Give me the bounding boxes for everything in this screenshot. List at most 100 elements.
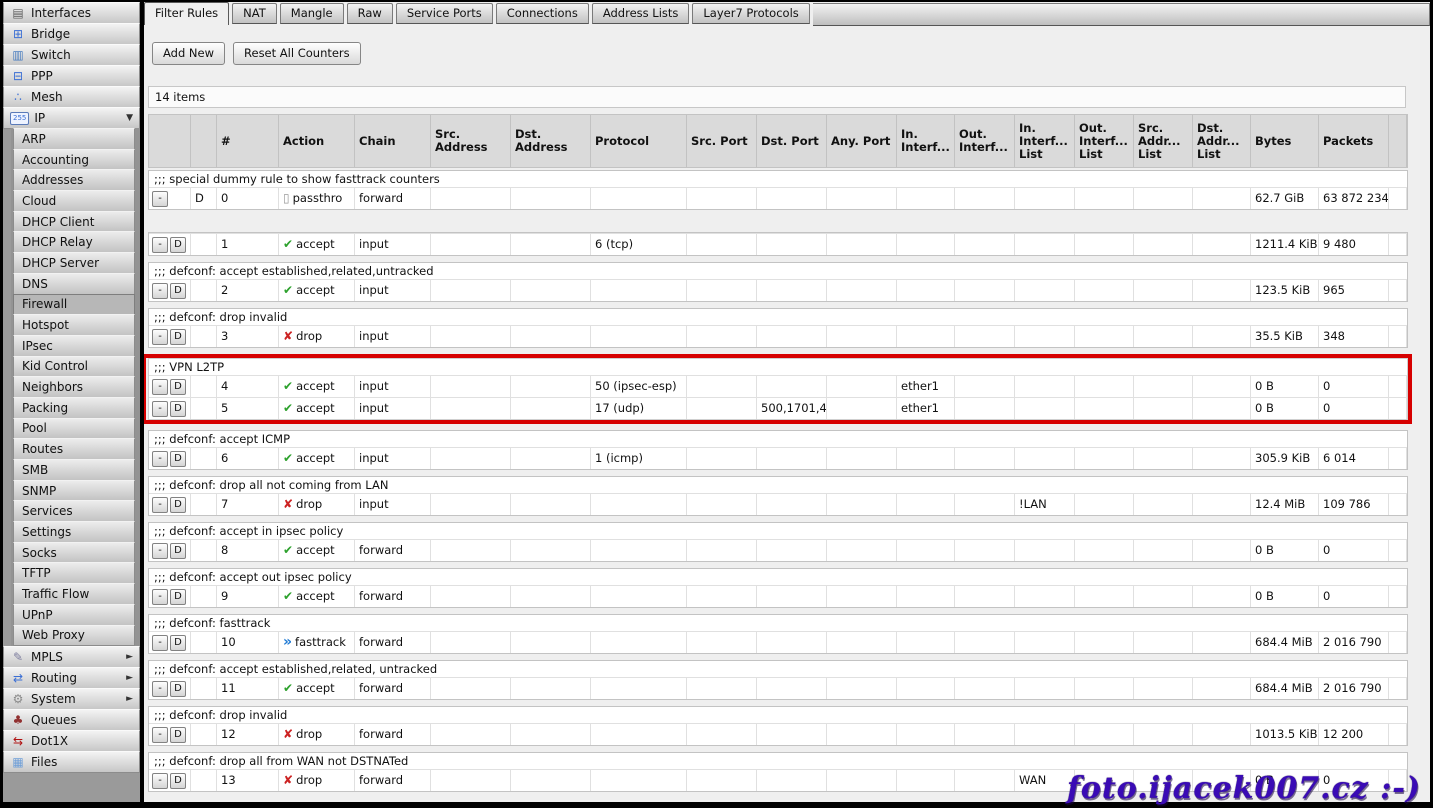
disable-rule-button[interactable]: D <box>170 727 186 743</box>
sidebar-item-neighbors[interactable]: Neighbors <box>13 376 135 398</box>
remove-rule-button[interactable]: - <box>152 543 168 559</box>
sidebar-item-web-proxy[interactable]: Web Proxy <box>13 625 135 647</box>
remove-rule-button[interactable]: - <box>152 451 168 467</box>
tab-raw[interactable]: Raw <box>347 3 393 24</box>
sidebar-item-settings[interactable]: Settings <box>13 521 135 543</box>
sidebar-item-arp[interactable]: ARP <box>13 128 135 150</box>
mesh-icon: ∴ <box>10 91 26 103</box>
rule-row-11[interactable]: -D11✔acceptforward684.4 MiB2 016 790 <box>149 677 1407 699</box>
remove-rule-button[interactable]: - <box>152 191 168 207</box>
sidebar-item-packing[interactable]: Packing <box>13 397 135 419</box>
sidebar-item-traffic-flow[interactable]: Traffic Flow <box>13 583 135 605</box>
rule-row-1[interactable]: -D1✔acceptinput6 (tcp)1211.4 KiB9 480 <box>149 233 1407 255</box>
sidebar-item-routing[interactable]: ⇄Routing► <box>3 667 140 689</box>
sidebar-item-hotspot[interactable]: Hotspot <box>13 314 135 336</box>
sidebar-item-routes[interactable]: Routes <box>13 438 135 460</box>
remove-rule-button[interactable]: - <box>152 635 168 651</box>
sidebar-item-pool[interactable]: Pool <box>13 418 135 440</box>
cell-packets: 965 <box>1319 279 1389 301</box>
sidebar-item-ppp[interactable]: ⊟PPP <box>3 65 140 87</box>
sidebar-item-socks[interactable]: Socks <box>13 542 135 564</box>
rule-row-10[interactable]: -D10»fasttrackforward684.4 MiB2 016 790 <box>149 631 1407 653</box>
sidebar-item-cloud[interactable]: Cloud <box>13 190 135 212</box>
disable-rule-button[interactable]: D <box>170 237 186 253</box>
reset-all-counters-button[interactable]: Reset All Counters <box>233 42 361 65</box>
sidebar-item-files[interactable]: ▦Files <box>3 751 140 773</box>
sidebar-item-mesh[interactable]: ∴Mesh <box>3 86 140 108</box>
disable-rule-button[interactable]: D <box>170 379 186 395</box>
tab-address-lists[interactable]: Address Lists <box>592 3 690 24</box>
sidebar-item-tftp[interactable]: TFTP <box>13 562 135 584</box>
remove-rule-button[interactable]: - <box>152 379 168 395</box>
rule-row-3[interactable]: -D3✘dropinput35.5 KiB348 <box>149 325 1407 347</box>
accept-icon: ✔ <box>283 540 293 560</box>
cell-dst-port <box>757 585 827 607</box>
sidebar-item-interfaces[interactable]: ▤Interfaces <box>3 2 140 24</box>
remove-rule-button[interactable]: - <box>152 237 168 253</box>
cell-out-interface-list <box>1075 631 1134 653</box>
disable-rule-button[interactable]: D <box>170 497 186 513</box>
disable-rule-button[interactable]: D <box>170 401 186 417</box>
cell-any-port <box>827 187 897 209</box>
tab-service-ports[interactable]: Service Ports <box>396 3 493 24</box>
rule-row-6[interactable]: -D6✔acceptinput1 (icmp)305.9 KiB6 014 <box>149 447 1407 469</box>
disable-rule-button[interactable]: D <box>170 589 186 605</box>
tab-filter-rules[interactable]: Filter Rules <box>144 2 229 25</box>
rule-row-8[interactable]: -D8✔acceptforward0 B0 <box>149 539 1407 561</box>
sidebar-item-upnp[interactable]: UPnP <box>13 604 135 626</box>
disable-rule-button[interactable]: D <box>170 451 186 467</box>
sidebar-item-mpls[interactable]: ✎MPLS► <box>3 646 140 668</box>
tab-layer7-protocols[interactable]: Layer7 Protocols <box>692 3 809 24</box>
sidebar-item-switch[interactable]: ▥Switch <box>3 44 140 66</box>
cell-out-interface-list <box>1075 187 1134 209</box>
rule-row-2[interactable]: -D2✔acceptinput123.5 KiB965 <box>149 279 1407 301</box>
remove-rule-button[interactable]: - <box>152 329 168 345</box>
sidebar-item-queues[interactable]: ♣Queues <box>3 709 140 731</box>
column-header-out-interf-list: Out. Interf... List <box>1075 115 1134 167</box>
sidebar-item-ipsec[interactable]: IPsec <box>13 335 135 357</box>
disable-rule-button[interactable]: D <box>170 635 186 651</box>
tab-mangle[interactable]: Mangle <box>280 3 344 24</box>
sidebar-item-accounting[interactable]: Accounting <box>13 149 135 171</box>
remove-rule-button[interactable]: - <box>152 773 168 789</box>
sidebar-item-smb[interactable]: SMB <box>13 459 135 481</box>
sidebar-item-dhcp-relay[interactable]: DHCP Relay <box>13 231 135 253</box>
disable-rule-button[interactable]: D <box>170 543 186 559</box>
cell-filler <box>1389 233 1407 255</box>
tab-nat[interactable]: NAT <box>232 3 277 24</box>
remove-rule-button[interactable]: - <box>152 681 168 697</box>
sidebar-item-system[interactable]: ⚙System► <box>3 688 140 710</box>
sidebar-item-dhcp-client[interactable]: DHCP Client <box>13 211 135 233</box>
remove-rule-button[interactable]: - <box>152 589 168 605</box>
sidebar-item-firewall[interactable]: Firewall <box>13 294 135 316</box>
rule-row-5[interactable]: -D5✔acceptinput17 (udp)500,1701,4ether10… <box>149 397 1407 419</box>
cell-src-address-list <box>1134 723 1193 745</box>
rule-row-4[interactable]: -D4✔acceptinput50 (ipsec-esp)ether10 B0 <box>149 375 1407 397</box>
disable-rule-button[interactable]: D <box>170 681 186 697</box>
sidebar-item-addresses[interactable]: Addresses <box>13 169 135 191</box>
remove-rule-button[interactable]: - <box>152 497 168 513</box>
remove-rule-button[interactable]: - <box>152 727 168 743</box>
sidebar-item-label: System <box>31 692 76 706</box>
cell-chain: forward <box>355 769 431 791</box>
sidebar-item-dns[interactable]: DNS <box>13 273 135 295</box>
remove-rule-button[interactable]: - <box>152 401 168 417</box>
sidebar-item-bridge[interactable]: ⊞Bridge <box>3 23 140 45</box>
sidebar-item-dot1x[interactable]: ⇆Dot1X <box>3 730 140 752</box>
rule-row-0[interactable]: -D0▯passthroforward62.7 GiB63 872 234 <box>149 187 1407 209</box>
disable-rule-button[interactable]: D <box>170 773 186 789</box>
tab-connections[interactable]: Connections <box>496 3 589 24</box>
add-new-button[interactable]: Add New <box>152 42 225 65</box>
sidebar-item-kid-control[interactable]: Kid Control <box>13 356 135 378</box>
disable-rule-button[interactable]: D <box>170 283 186 299</box>
sidebar-item-ip[interactable]: 255IP▼ <box>3 107 140 129</box>
remove-rule-button[interactable]: - <box>152 283 168 299</box>
sidebar-item-dhcp-server[interactable]: DHCP Server <box>13 252 135 274</box>
rule-row-12[interactable]: -D12✘dropforward1013.5 KiB12 200 <box>149 723 1407 745</box>
cell-in-interface-list <box>1015 187 1075 209</box>
sidebar-item-services[interactable]: Services <box>13 500 135 522</box>
disable-rule-button[interactable]: D <box>170 329 186 345</box>
rule-row-9[interactable]: -D9✔acceptforward0 B0 <box>149 585 1407 607</box>
sidebar-item-snmp[interactable]: SNMP <box>13 480 135 502</box>
rule-row-7[interactable]: -D7✘dropinput!LAN12.4 MiB109 786 <box>149 493 1407 515</box>
